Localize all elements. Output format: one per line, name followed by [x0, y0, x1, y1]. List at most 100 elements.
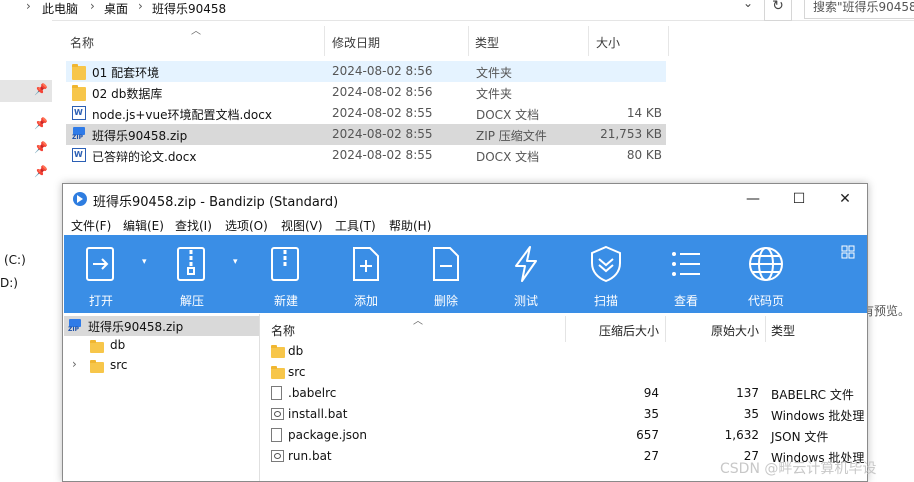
drive-c[interactable]: (C:) — [4, 253, 26, 267]
file-row[interactable]: 已答辩的论文.docx 2024-08-02 8:55 DOCX 文档 80 K… — [66, 145, 666, 166]
menu-options[interactable]: 选项(O) — [225, 217, 268, 234]
menu-help[interactable]: 帮助(H) — [389, 217, 431, 234]
column-divider[interactable] — [765, 316, 766, 342]
file-modified: 2024-08-02 8:55 — [332, 106, 433, 120]
scan-label: 扫描 — [593, 294, 618, 308]
list-item[interactable]: db — [263, 341, 867, 362]
column-divider[interactable] — [468, 26, 469, 56]
list-item[interactable]: install.bat 35 35 Windows 批处理 — [263, 404, 867, 425]
file-type: DOCX 文档 — [476, 108, 540, 122]
breadcrumb-desktop[interactable]: 桌面 — [104, 0, 128, 17]
chevron-right-icon: › — [26, 0, 31, 13]
item-name: install.bat — [288, 407, 348, 421]
pin-icon: 📌 — [34, 83, 48, 96]
layout-grid-icon[interactable] — [841, 245, 855, 259]
column-name[interactable]: 名称 — [70, 34, 94, 51]
maximize-button[interactable]: ☐ — [777, 187, 821, 211]
tree-item-db[interactable]: db — [64, 336, 259, 356]
extract-button[interactable]: 解压 — [155, 235, 229, 313]
file-row[interactable]: node.js+vue环境配置文档.docx 2024-08-02 8:55 D… — [66, 103, 666, 124]
search-input[interactable]: 搜索"班得乐90458" — [804, 0, 914, 19]
menu-edit[interactable]: 编辑(E) — [123, 217, 164, 234]
codepage-label: 代码页 — [747, 294, 784, 308]
chevron-down-icon[interactable]: ⌄ — [738, 0, 758, 18]
column-divider[interactable] — [324, 26, 325, 56]
delete-button[interactable]: 删除 — [409, 235, 483, 313]
column-compressed-size[interactable]: 压缩后大小 — [599, 322, 659, 339]
title-bar[interactable]: 班得乐90458.zip - Bandizip (Standard) — ☐ ✕ — [63, 184, 867, 214]
column-type[interactable]: 类型 — [475, 34, 499, 51]
quick-access-item[interactable]: 📌 — [0, 80, 52, 102]
column-divider[interactable] — [668, 26, 669, 56]
item-name: src — [288, 365, 306, 379]
file-name: 02 db数据库 — [92, 87, 163, 101]
file-row[interactable]: ZIP 班得乐90458.zip 2024-08-02 8:55 ZIP 压缩文… — [66, 124, 666, 145]
chevron-down-icon[interactable]: ▾ — [142, 257, 147, 267]
file-modified: 2024-08-02 8:56 — [332, 85, 433, 99]
close-button[interactable]: ✕ — [823, 187, 867, 211]
new-button[interactable]: 新建 — [249, 235, 323, 313]
preview-pane-text: 有预览。 — [862, 304, 911, 318]
archive-file-list: ︿ 名称 压缩后大小 原始大小 类型 db src .babelrc 94 13… — [263, 314, 867, 481]
codepage-button[interactable]: 代码页 — [729, 235, 803, 313]
bandizip-window: 班得乐90458.zip - Bandizip (Standard) — ☐ ✕… — [62, 183, 868, 482]
file-size: 21,753 KB — [600, 127, 662, 141]
file-name: 已答辩的论文.docx — [92, 150, 197, 164]
scan-button[interactable]: 扫描 — [569, 235, 643, 313]
item-compressed-size: 35 — [643, 407, 659, 421]
drive-d[interactable]: D:) — [0, 276, 18, 290]
tree-item-label: src — [110, 358, 128, 372]
chevron-right-icon[interactable]: › — [72, 357, 77, 371]
list-item[interactable]: src — [263, 362, 867, 383]
file-size: 80 KB — [626, 148, 662, 162]
add-label: 添加 — [353, 294, 378, 308]
toolbar: 打开 ▾ 解压 ▾ 新建 添加 删除 测试 扫描 查看 代码页 — [64, 235, 867, 313]
item-compressed-size: 27 — [643, 449, 659, 463]
column-divider[interactable] — [565, 316, 566, 342]
tree-item-root[interactable]: ZIP 班得乐90458.zip — [64, 316, 259, 336]
file-type: 文件夹 — [476, 87, 513, 101]
zip-icon: ZIP — [72, 127, 86, 141]
quick-access-item[interactable]: 📌 — [0, 138, 52, 160]
open-button[interactable]: 打开 — [64, 235, 138, 313]
refresh-button[interactable]: ↻ — [764, 0, 792, 21]
item-compressed-size: 657 — [636, 428, 659, 442]
quick-access-item[interactable]: 📌 — [0, 114, 52, 136]
menu-view[interactable]: 视图(V) — [281, 217, 323, 234]
bat-icon — [271, 450, 284, 462]
file-row[interactable]: 02 db数据库 2024-08-02 8:56 文件夹 — [66, 82, 666, 103]
item-type: BABELRC 文件 — [771, 388, 854, 402]
menu-find[interactable]: 查找(I) — [175, 217, 212, 234]
list-item[interactable]: .babelrc 94 137 BABELRC 文件 — [263, 383, 867, 404]
column-name[interactable]: 名称 — [271, 322, 295, 339]
column-size[interactable]: 大小 — [596, 34, 620, 51]
add-button[interactable]: 添加 — [329, 235, 403, 313]
menu-file[interactable]: 文件(F) — [71, 217, 111, 234]
delete-file-icon — [433, 247, 459, 281]
file-type: ZIP 压缩文件 — [476, 129, 547, 143]
quick-access-item[interactable]: 📌 — [0, 162, 52, 184]
pin-icon: 📌 — [34, 117, 48, 130]
menu-tools[interactable]: 工具(T) — [335, 217, 376, 234]
folder-icon — [72, 64, 86, 80]
test-label: 测试 — [513, 294, 538, 308]
test-button[interactable]: 测试 — [489, 235, 563, 313]
tree-item-src[interactable]: › src — [64, 356, 259, 376]
file-list-header: ︿ 名称 修改日期 类型 大小 — [52, 26, 742, 56]
bat-icon — [271, 408, 284, 420]
minimize-button[interactable]: — — [731, 187, 775, 211]
breadcrumb-folder[interactable]: 班得乐90458 — [152, 0, 226, 17]
breadcrumb-this-pc[interactable]: 此电脑 — [42, 0, 78, 17]
column-type[interactable]: 类型 — [771, 322, 795, 339]
column-modified[interactable]: 修改日期 — [332, 34, 380, 51]
file-row[interactable]: 01 配套环境 2024-08-02 8:56 文件夹 — [66, 61, 666, 82]
column-original-size[interactable]: 原始大小 — [711, 322, 759, 339]
view-button[interactable]: 查看 — [649, 235, 723, 313]
column-divider[interactable] — [665, 316, 666, 342]
list-item[interactable]: package.json 657 1,632 JSON 文件 — [263, 425, 867, 446]
item-type: Windows 批处理 — [771, 409, 865, 423]
column-divider[interactable] — [588, 26, 589, 56]
lightning-icon — [515, 246, 537, 282]
chevron-down-icon[interactable]: ▾ — [233, 257, 238, 267]
pin-icon: 📌 — [34, 141, 48, 154]
